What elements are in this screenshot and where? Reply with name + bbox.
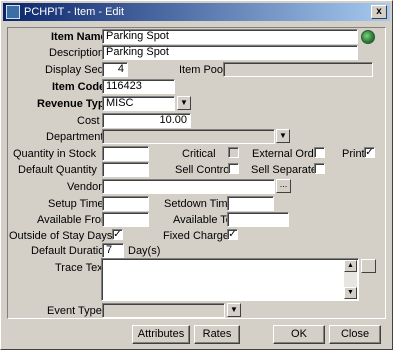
- attributes-button[interactable]: Attributes: [132, 325, 190, 344]
- external-order-label: External Order: [252, 148, 324, 160]
- item-pool-input: [223, 62, 373, 77]
- trace-text-scrollbar[interactable]: ▲ ▼: [344, 260, 357, 299]
- sell-separate-label: Sell Separate: [251, 164, 318, 176]
- default-quantity-label: Default Quantity: [18, 164, 97, 176]
- revenue-type-dropdown-button[interactable]: ▼: [177, 96, 191, 110]
- description-label: Description: [49, 47, 105, 59]
- vendor-label: Vendor: [67, 181, 102, 193]
- print-checkbox[interactable]: ✓: [364, 147, 375, 158]
- vendor-input[interactable]: [102, 179, 275, 194]
- close-window-button[interactable]: x: [371, 5, 387, 19]
- item-code-label: Item Code: [52, 81, 106, 93]
- available-to-label: Available To: [173, 214, 232, 226]
- outside-of-stay-days-label: Outside of Stay Days: [9, 230, 113, 242]
- window-title: PCHPIT - Item - Edit: [24, 6, 125, 18]
- revenue-type-input[interactable]: MISC: [102, 96, 175, 111]
- rates-button[interactable]: Rates: [194, 325, 240, 344]
- description-input[interactable]: Parking Spot: [102, 45, 358, 60]
- setdown-time-input[interactable]: [227, 196, 274, 211]
- event-types-label: Event Types: [47, 305, 108, 317]
- available-from-input[interactable]: [102, 212, 149, 227]
- item-name-input[interactable]: Parking Spot: [102, 29, 358, 44]
- print-label: Print: [342, 148, 365, 160]
- sell-control-label: Sell Control: [175, 164, 232, 176]
- item-edit-window: PCHPIT - Item - Edit x Item Name Parking…: [0, 0, 393, 350]
- default-duration-unit: Day(s): [128, 245, 161, 257]
- critical-label: Critical: [182, 148, 216, 160]
- item-pool-label: Item Pool: [179, 64, 226, 76]
- title-bar: PCHPIT - Item - Edit x: [3, 3, 390, 21]
- sell-control-checkbox[interactable]: [228, 163, 239, 174]
- available-to-input[interactable]: [227, 212, 289, 227]
- external-order-checkbox[interactable]: [314, 147, 325, 158]
- display-seq-input[interactable]: 4: [102, 62, 128, 77]
- department-dropdown-button[interactable]: ▼: [276, 129, 290, 143]
- item-code-input[interactable]: 116423: [102, 79, 175, 94]
- event-types-input: [102, 303, 225, 318]
- close-button[interactable]: Close: [329, 325, 381, 344]
- outside-of-stay-days-checkbox[interactable]: ✓: [112, 229, 123, 240]
- trace-text-label: Trace Text: [55, 262, 106, 274]
- quantity-in-stock-input[interactable]: [102, 146, 149, 161]
- setdown-time-label: Setdown Time: [164, 198, 234, 210]
- ok-button[interactable]: OK: [273, 325, 325, 344]
- cost-input[interactable]: 10.00: [102, 113, 191, 128]
- setup-time-input[interactable]: [102, 196, 149, 211]
- fixed-charges-label: Fixed Charges: [163, 230, 235, 242]
- available-from-label: Available From: [37, 214, 111, 226]
- translate-globe-icon[interactable]: [361, 30, 375, 44]
- revenue-type-label: Revenue Type: [37, 98, 111, 110]
- default-duration-label: Default Duration: [31, 245, 111, 257]
- cost-label: Cost: [77, 115, 100, 127]
- vendor-lookup-button[interactable]: ...: [276, 179, 291, 193]
- event-types-dropdown-button[interactable]: ▼: [227, 303, 241, 317]
- app-icon: [6, 5, 20, 19]
- critical-checkbox: [228, 147, 239, 158]
- sell-separate-checkbox[interactable]: [314, 163, 325, 174]
- department-input: [102, 129, 275, 144]
- trace-text-area[interactable]: ▲ ▼: [101, 258, 359, 301]
- scroll-up-arrow-icon[interactable]: ▲: [344, 260, 357, 272]
- item-name-label: Item Name: [51, 31, 107, 43]
- default-duration-input[interactable]: 7: [102, 243, 124, 258]
- setup-time-label: Setup Time: [48, 198, 104, 210]
- quantity-in-stock-label: Quantity in Stock: [13, 148, 97, 160]
- display-seq-label: Display Seq.: [45, 64, 107, 76]
- scroll-down-arrow-icon[interactable]: ▼: [344, 287, 357, 299]
- trace-text-lookup-button[interactable]: [361, 259, 376, 273]
- default-quantity-input[interactable]: [102, 162, 149, 177]
- department-label: Department: [46, 131, 104, 143]
- fixed-charges-checkbox[interactable]: ✓: [227, 229, 238, 240]
